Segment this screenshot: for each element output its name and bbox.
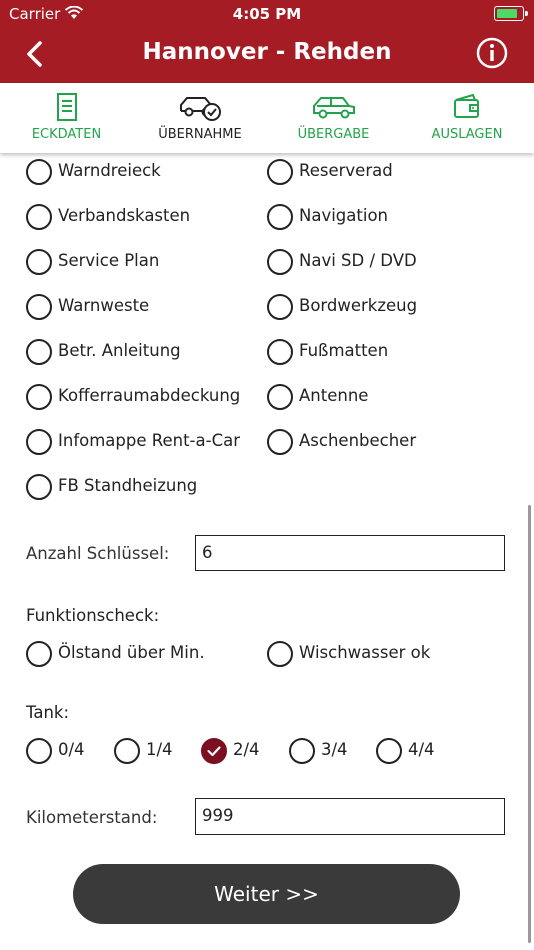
tab-label: AUSLAGEN [431, 127, 503, 142]
wallet-icon [454, 93, 479, 118]
tab-eckdaten[interactable]: ECKDATEN [0, 83, 133, 153]
tab-uebernahme[interactable]: ÜBERNAHME [133, 83, 267, 153]
page-title: Hannover - Rehden [142, 39, 392, 65]
status-bar: Carrier 4:05 PM [0, 0, 534, 28]
keys-label: Anzahl Schlüssel: [26, 544, 170, 563]
app-header: Carrier 4:05 PM Hannover - Rehden [0, 0, 534, 83]
form-content: Warndreieck Verbandskasten Service Plan … [0, 153, 534, 950]
mileage-label: Kilometerstand: [26, 808, 158, 827]
tank-label: Tank: [26, 703, 70, 722]
tab-label: ÜBERNAHME [158, 127, 242, 142]
status-time: 4:05 PM [232, 5, 302, 23]
weiter-button[interactable]: Weiter >> [73, 864, 460, 924]
info-icon[interactable] [476, 37, 508, 69]
mileage-input[interactable]: 999 [195, 798, 505, 835]
car-icon [312, 97, 355, 119]
scrollbar[interactable] [528, 505, 531, 943]
battery-icon [494, 6, 528, 21]
tab-label: ECKDATEN [31, 127, 102, 142]
car-check-icon [180, 97, 221, 121]
tab-auslagen[interactable]: AUSLAGEN [400, 83, 534, 153]
function-check-label: Funktionscheck: [26, 606, 160, 625]
check-icon [201, 738, 227, 764]
keys-input[interactable]: 6 [195, 535, 505, 571]
tab-label: ÜBERGABE [297, 127, 370, 142]
tab-uebergabe[interactable]: ÜBERGABE [267, 83, 400, 153]
document-icon [56, 93, 77, 121]
tab-bar: ECKDATEN ÜBERNAHME ÜBERGABE AUSLAGEN [0, 83, 534, 153]
